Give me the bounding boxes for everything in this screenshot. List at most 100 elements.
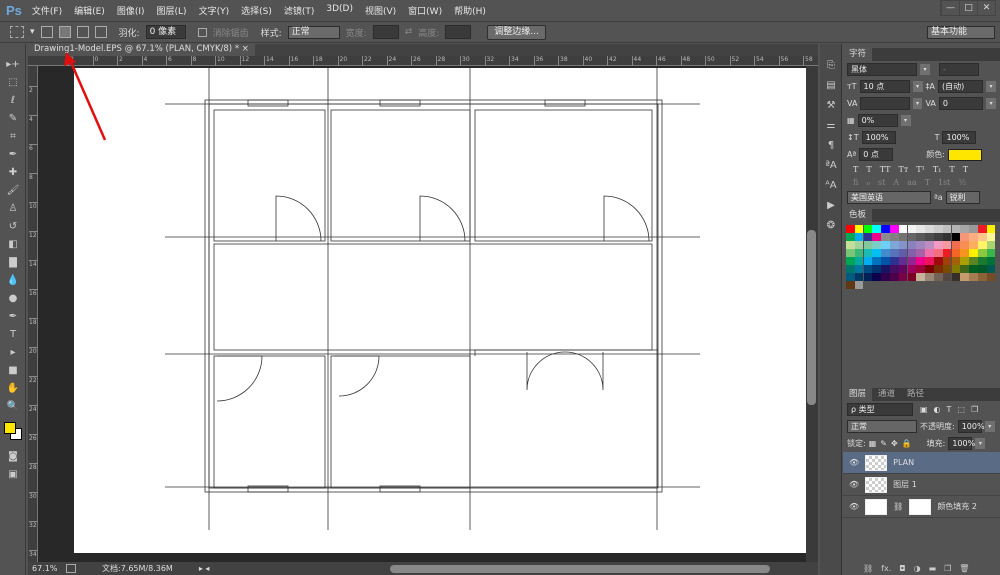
link-layers-icon[interactable]: ⛓ (863, 564, 873, 573)
color-swatch[interactable] (986, 225, 996, 233)
color-swatch[interactable] (846, 265, 855, 273)
color-swatch[interactable] (942, 241, 952, 249)
minimize-button[interactable]: — (941, 1, 959, 15)
color-swatch[interactable] (942, 257, 952, 265)
color-swatch[interactable] (933, 233, 943, 241)
fx-icon[interactable]: fx. (881, 564, 891, 573)
color-swatch[interactable] (854, 241, 864, 249)
color-swatch[interactable] (977, 265, 987, 273)
color-swatch[interactable] (863, 241, 873, 249)
color-swatch[interactable] (942, 249, 952, 257)
fill-input[interactable]: 100% (948, 437, 975, 450)
typo-style-button[interactable]: T₁ (933, 165, 942, 174)
color-swatch[interactable] (846, 273, 855, 281)
color-swatch[interactable] (898, 241, 908, 249)
width-input[interactable] (372, 25, 399, 39)
move-tool-icon[interactable]: ▸+ (0, 56, 26, 74)
color-swatch[interactable] (898, 257, 908, 265)
color-swatch[interactable] (960, 233, 969, 241)
lock-icons[interactable]: ▦✎✥🔒 (869, 439, 916, 448)
document-canvas[interactable] (74, 68, 808, 553)
tab-layers-1[interactable]: 通道 (872, 388, 902, 401)
color-swatch[interactable] (872, 257, 881, 265)
color-swatch[interactable] (854, 225, 864, 233)
menu-item[interactable]: 窗口(W) (408, 4, 442, 17)
color-swatch[interactable] (889, 225, 899, 233)
color-swatch[interactable] (969, 257, 978, 265)
color-swatch[interactable] (898, 249, 908, 257)
color-swatch[interactable] (863, 265, 873, 273)
quick-mask-icon[interactable]: ◙ (0, 448, 26, 466)
opentype-button[interactable]: T (925, 178, 930, 187)
color-swatch[interactable] (854, 249, 864, 257)
gradient-tool-icon[interactable]: ▇ (0, 254, 26, 272)
paragraph-styles-panel-icon[interactable]: ᴬA (820, 176, 842, 196)
brush-tool-icon[interactable]: 🖌 (0, 182, 26, 200)
tab-layers-2[interactable]: 路径 (901, 388, 931, 401)
color-swatch[interactable] (881, 225, 890, 233)
marquee-tool-preset-icon[interactable] (10, 26, 24, 38)
tsume-input[interactable]: 0% (857, 114, 898, 127)
color-swatch[interactable] (907, 225, 917, 233)
shape-tool-icon[interactable]: ■ (0, 362, 26, 380)
history-brush-tool-icon[interactable]: ↺ (0, 218, 26, 236)
close-tab-icon[interactable]: × (242, 44, 249, 54)
height-input[interactable] (445, 25, 472, 39)
color-swatch[interactable] (933, 257, 943, 265)
color-swatch[interactable] (951, 265, 961, 273)
maximize-button[interactable]: □ (959, 1, 977, 15)
color-swatch[interactable] (951, 273, 961, 281)
layer-row[interactable]: 👁 PLAN (843, 452, 1000, 474)
color-swatch[interactable] (846, 225, 855, 233)
subtract-selection-icon[interactable] (76, 26, 89, 38)
color-swatch[interactable] (969, 241, 978, 249)
color-swatch[interactable] (863, 257, 873, 265)
antialias-select[interactable]: 锐利 (945, 191, 980, 204)
healing-tool-icon[interactable]: ✚ (0, 164, 26, 182)
color-swatch[interactable] (986, 233, 996, 241)
opentype-button[interactable]: ½ (958, 178, 966, 187)
feather-input[interactable]: 0 像素 (145, 25, 186, 39)
baseline-shift-input[interactable]: 0 点 (859, 148, 894, 161)
path-select-tool-icon[interactable]: ▸ (0, 344, 26, 362)
color-swatch[interactable] (846, 249, 855, 257)
menu-item[interactable]: 选择(S) (241, 4, 272, 17)
color-swatch[interactable] (872, 233, 881, 241)
color-swatch[interactable] (986, 265, 996, 273)
brush-panel-icon[interactable]: ⚒ (820, 96, 842, 116)
opentype-button[interactable]: aa (907, 178, 917, 187)
color-swatch[interactable] (969, 273, 978, 281)
color-swatch[interactable] (854, 257, 864, 265)
menu-item[interactable]: 3D(D) (326, 4, 353, 17)
color-swatch[interactable] (846, 257, 855, 265)
color-swatch[interactable] (863, 273, 873, 281)
horizontal-scale-input[interactable]: 100% (942, 131, 977, 144)
typo-style-button[interactable]: TT (880, 165, 891, 174)
color-swatch[interactable] (881, 249, 890, 257)
color-swatch[interactable] (916, 233, 925, 241)
character-styles-panel-icon[interactable]: ªA (820, 156, 842, 176)
color-swatch[interactable] (933, 273, 943, 281)
color-swatch[interactable] (872, 225, 881, 233)
eraser-tool-icon[interactable]: ◧ (0, 236, 26, 254)
tab-character[interactable]: 字符 (843, 48, 873, 61)
color-swatch[interactable] (889, 241, 899, 249)
color-swatch[interactable] (942, 225, 952, 233)
color-swatch[interactable] (916, 257, 925, 265)
screen-mode-icon[interactable]: ▣ (0, 466, 26, 484)
color-swatch[interactable] (977, 273, 987, 281)
color-swatch[interactable] (846, 233, 855, 241)
visibility-eye-icon[interactable]: 👁 (849, 502, 859, 511)
visibility-eye-icon[interactable]: 👁 (849, 480, 859, 489)
color-swatch[interactable] (846, 241, 855, 249)
color-swatch[interactable] (969, 233, 978, 241)
color-swatch[interactable] (925, 225, 934, 233)
opentype-button[interactable]: A (893, 178, 899, 187)
actions-panel-icon[interactable]: ▶ (820, 196, 842, 216)
hand-tool-icon[interactable]: ✋ (0, 380, 26, 398)
color-swatch[interactable] (925, 241, 934, 249)
opentype-button[interactable]: 1st (938, 178, 950, 187)
antialias-checkbox[interactable] (197, 27, 207, 37)
color-swatch[interactable] (933, 241, 943, 249)
new-selection-icon[interactable] (40, 26, 53, 38)
